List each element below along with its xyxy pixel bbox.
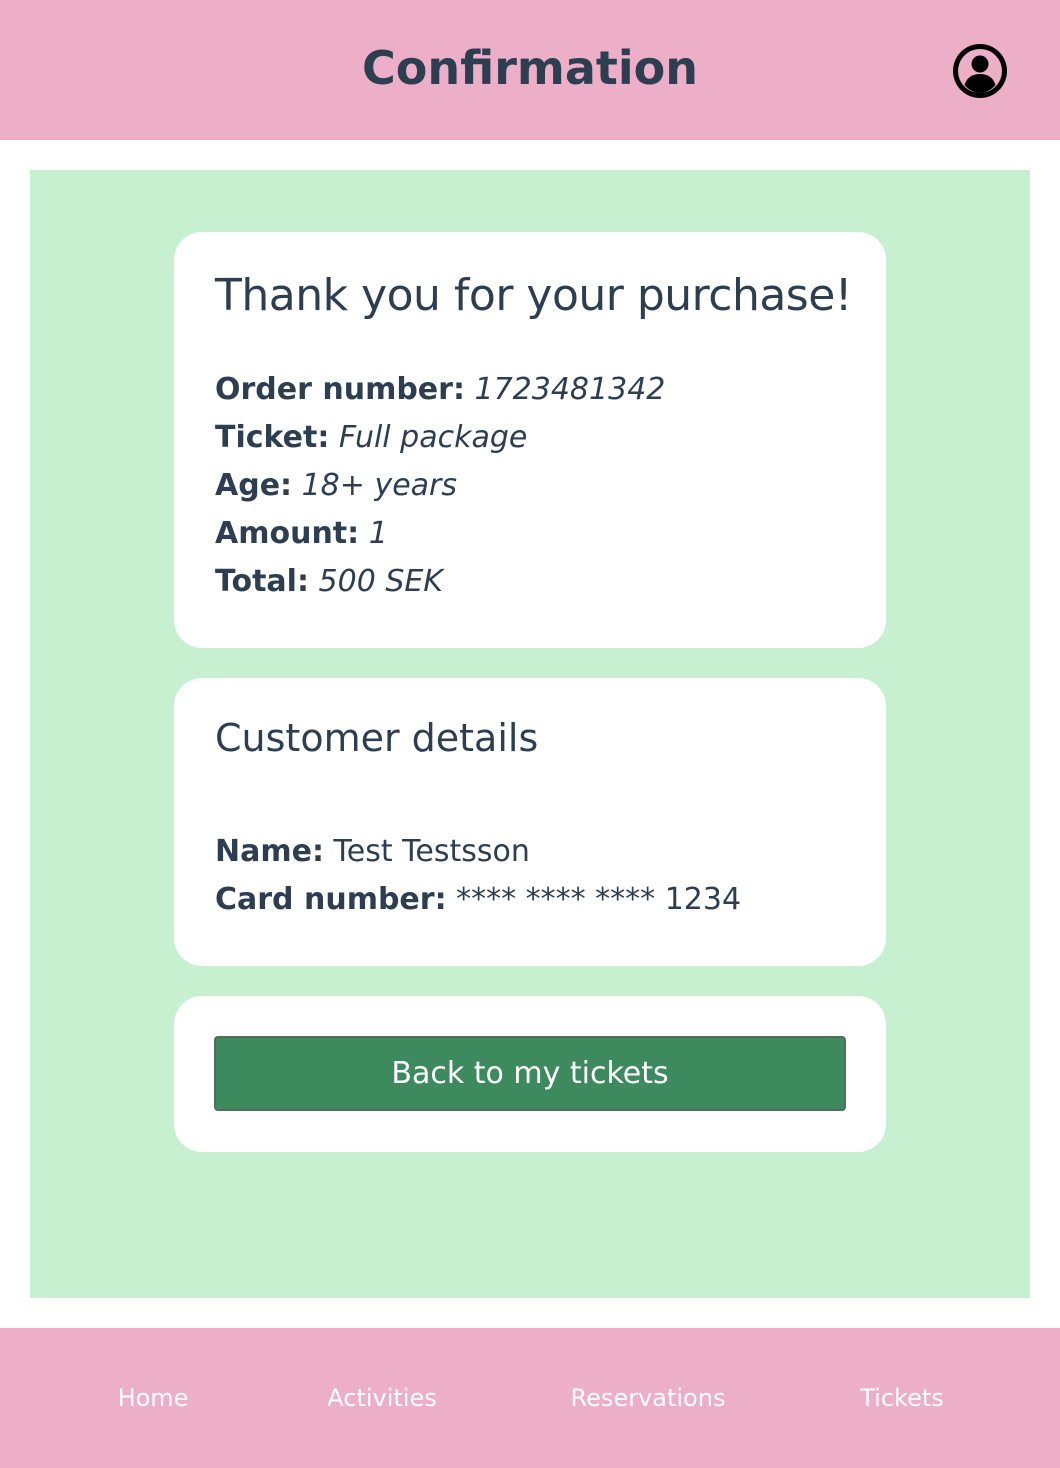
- order-number-label: Order number:: [215, 372, 465, 407]
- ticket-label: Ticket:: [215, 420, 330, 455]
- total-row: Total: 500 SEK: [215, 564, 443, 599]
- main-content: Thank you for your purchase! Order numbe…: [30, 170, 1030, 1298]
- customer-details-card: Customer details Name: Test Testsson Car…: [174, 678, 886, 966]
- bottom-navigation: Home Activities Reservations Tickets: [0, 1328, 1060, 1468]
- back-to-my-tickets-button[interactable]: Back to my tickets: [214, 1036, 846, 1111]
- nav-tickets[interactable]: Tickets: [860, 1328, 944, 1468]
- account-circle-icon: [953, 44, 1007, 98]
- customer-name-row: Name: Test Testsson: [215, 834, 530, 869]
- order-number-value: 1723481342: [474, 372, 666, 407]
- order-number-row: Order number: 1723481342: [215, 372, 665, 407]
- age-label: Age:: [215, 468, 293, 503]
- top-app-bar: Confirmation: [0, 0, 1060, 140]
- action-card: Back to my tickets: [174, 996, 886, 1152]
- card-number-value: **** **** **** 1234: [456, 882, 742, 917]
- amount-label: Amount:: [215, 516, 360, 551]
- card-number-row: Card number: **** **** **** 1234: [215, 882, 741, 917]
- nav-activities[interactable]: Activities: [327, 1328, 437, 1468]
- nav-home[interactable]: Home: [118, 1328, 189, 1468]
- ticket-value: Full package: [338, 420, 528, 455]
- nav-reservations[interactable]: Reservations: [571, 1328, 726, 1468]
- total-value: 500 SEK: [318, 564, 443, 599]
- customer-name-value: Test Testsson: [333, 834, 530, 869]
- card-number-label: Card number:: [215, 882, 447, 917]
- total-label: Total:: [215, 564, 309, 599]
- order-summary-card: Thank you for your purchase! Order numbe…: [174, 232, 886, 648]
- amount-row: Amount: 1: [215, 516, 388, 551]
- ticket-row: Ticket: Full package: [215, 420, 527, 455]
- thank-you-heading: Thank you for your purchase!: [215, 270, 852, 321]
- age-row: Age: 18+ years: [215, 468, 457, 503]
- age-value: 18+ years: [301, 468, 457, 503]
- page-title: Confirmation: [362, 41, 698, 95]
- customer-name-label: Name:: [215, 834, 324, 869]
- amount-value: 1: [368, 516, 388, 551]
- profile-button[interactable]: [950, 41, 1010, 101]
- customer-details-heading: Customer details: [215, 716, 539, 760]
